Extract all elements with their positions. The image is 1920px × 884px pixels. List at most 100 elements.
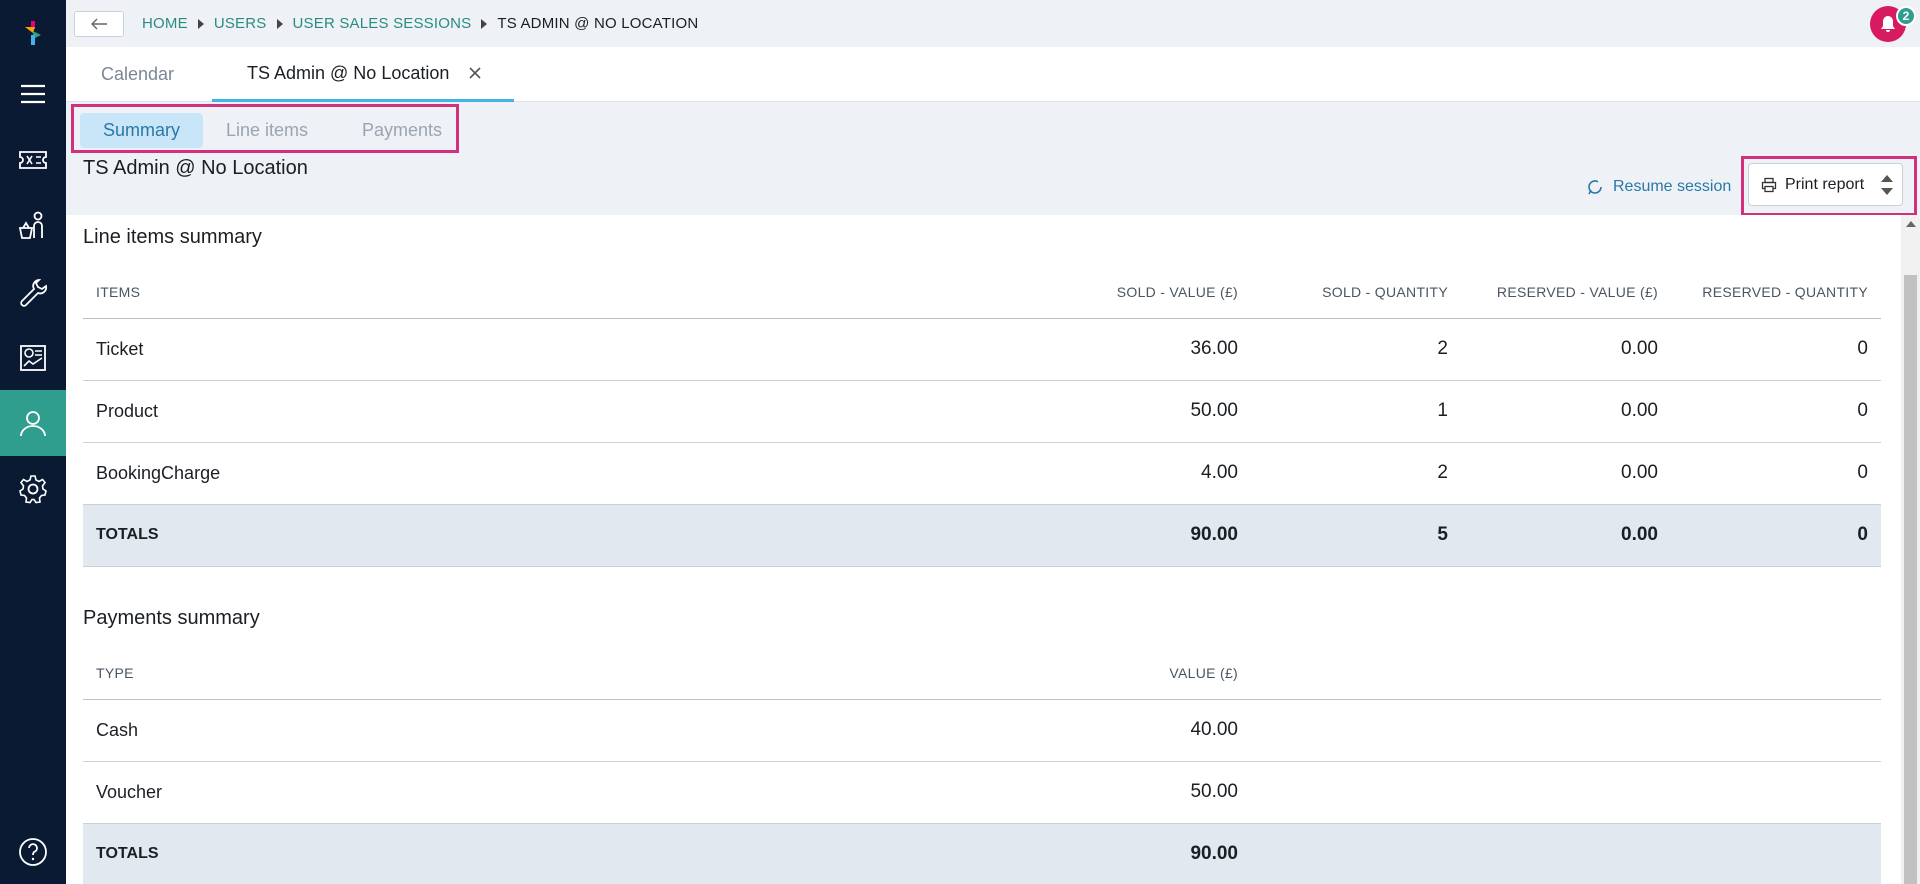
breadcrumb-users[interactable]: USERS [214, 15, 267, 32]
subtab-line-items[interactable]: Line items [226, 113, 308, 148]
print-report-button[interactable]: Print report [1748, 163, 1903, 206]
table-row: Product 50.00 1 0.00 0 [83, 380, 1881, 443]
table-cell: 5 [1251, 504, 1461, 567]
column-header: VALUE (£) [1031, 647, 1251, 700]
help-icon [19, 838, 47, 866]
table-cell: TOTALS [83, 823, 1031, 884]
printer-icon [1761, 177, 1777, 192]
table-cell: 2 [1251, 442, 1461, 505]
table-cell: 50.00 [1031, 380, 1251, 443]
table-cell: 50.00 [1031, 761, 1251, 824]
column-header: RESERVED - QUANTITY [1671, 266, 1881, 319]
close-icon[interactable] [467, 65, 483, 81]
back-button[interactable] [74, 11, 124, 37]
tab-label: TS Admin @ No Location [247, 62, 450, 83]
table-cell: TOTALS [83, 504, 1031, 567]
table-cell: 90.00 [1031, 504, 1251, 567]
table-cell: Ticket [83, 318, 1031, 381]
session-header: TS Admin @ No Location Resume session [66, 155, 1904, 215]
subtab-summary[interactable]: Summary [80, 113, 203, 148]
sidebar-item-reports[interactable] [0, 325, 66, 391]
breadcrumb-home[interactable]: HOME [142, 15, 188, 32]
sort-arrows-icon [1881, 175, 1893, 195]
table-cell: 2 [1251, 318, 1461, 381]
table-row: Voucher 50.00 [83, 761, 1881, 824]
table-cell: 0.00 [1461, 318, 1671, 381]
empty-header [1251, 647, 1881, 700]
vertical-scrollbar[interactable] [1901, 215, 1920, 884]
table-cell: 40.00 [1031, 699, 1251, 762]
line-items-summary-title: Line items summary [83, 226, 262, 248]
top-bar: HOME USERS USER SALES SESSIONS TS ADMIN … [66, 0, 1920, 47]
table-row: Cash 40.00 [83, 699, 1881, 762]
user-icon [20, 411, 46, 437]
tab-session[interactable]: TS Admin @ No Location [212, 47, 514, 102]
table-cell: Cash [83, 699, 1031, 762]
table-header-row: ITEMS SOLD - VALUE (£) SOLD - QUANTITY R… [83, 266, 1881, 319]
refresh-icon [1588, 180, 1602, 195]
resume-session-button[interactable]: Resume session [1585, 177, 1731, 197]
print-report-label: Print report [1785, 175, 1865, 193]
table-cell: 0 [1671, 380, 1881, 443]
page-title: TS Admin @ No Location [83, 157, 308, 179]
sidebar-item-tickets[interactable] [0, 127, 66, 193]
line-items-table: ITEMS SOLD - VALUE (£) SOLD - QUANTITY R… [83, 266, 1881, 567]
notification-count-badge: 2 [1896, 6, 1916, 26]
ticket-icon [19, 151, 47, 169]
report-icon [20, 345, 46, 371]
totals-row: TOTALS 90.00 [83, 823, 1881, 884]
table-cell: 90.00 [1031, 823, 1251, 884]
person-basket-icon [18, 211, 43, 239]
chevron-right-icon [276, 18, 283, 29]
table-cell: 0.00 [1461, 504, 1671, 567]
scrollbar-thumb[interactable] [1904, 275, 1917, 884]
arrow-left-icon [91, 18, 107, 30]
tabs-bar: Calendar TS Admin @ No Location [66, 47, 1920, 102]
hamburger-icon [21, 84, 45, 104]
chevron-right-icon [197, 18, 204, 29]
breadcrumb-user-sales-sessions[interactable]: USER SALES SESSIONS [293, 15, 472, 32]
table-cell: 0 [1671, 504, 1881, 567]
sidebar-item-customers[interactable] [0, 193, 66, 259]
table-cell [1251, 699, 1881, 762]
table-cell: 4.00 [1031, 442, 1251, 505]
main-content: Line items summary ITEMS SOLD - VALUE (£… [66, 215, 1901, 884]
gear-icon [19, 475, 47, 504]
column-header: ITEMS [83, 266, 1031, 319]
wrench-icon [20, 279, 48, 307]
table-cell: 1 [1251, 380, 1461, 443]
scroll-up-arrow[interactable] [1906, 221, 1916, 227]
payments-summary-title: Payments summary [83, 607, 260, 629]
subtabs: Summary Line items Payments [71, 104, 459, 153]
column-header: RESERVED - VALUE (£) [1461, 266, 1671, 319]
table-cell [1251, 823, 1881, 884]
table-cell: 36.00 [1031, 318, 1251, 381]
table-cell: 0.00 [1461, 442, 1671, 505]
table-cell: 0 [1671, 318, 1881, 381]
chevron-right-icon [481, 18, 488, 29]
tab-label: Calendar [101, 64, 175, 84]
tab-calendar[interactable]: Calendar [101, 47, 174, 102]
column-header: SOLD - VALUE (£) [1031, 266, 1251, 319]
column-header: TYPE [83, 647, 1031, 700]
bell-icon [1881, 16, 1895, 32]
breadcrumb: HOME USERS USER SALES SESSIONS TS ADMIN … [142, 15, 698, 32]
menu-button[interactable] [0, 61, 66, 127]
totals-row: TOTALS 90.00 5 0.00 0 [83, 504, 1881, 567]
payments-table: TYPE VALUE (£) Cash 40.00 Voucher 50.00 … [83, 647, 1881, 884]
sidebar-item-users[interactable] [0, 390, 66, 456]
column-header: SOLD - QUANTITY [1251, 266, 1461, 319]
sidebar-item-settings[interactable] [0, 456, 66, 522]
table-cell: 0 [1671, 442, 1881, 505]
logo-icon [25, 21, 41, 45]
table-cell: Voucher [83, 761, 1031, 824]
help-button[interactable] [0, 819, 66, 884]
subtab-payments[interactable]: Payments [362, 113, 442, 148]
app-logo[interactable] [0, 0, 66, 66]
table-cell [1251, 761, 1881, 824]
resume-session-label: Resume session [1613, 178, 1732, 195]
table-cell: 0.00 [1461, 380, 1671, 443]
sidebar-item-tools[interactable] [0, 259, 66, 325]
table-cell: BookingCharge [83, 442, 1031, 505]
sidebar [0, 0, 66, 884]
